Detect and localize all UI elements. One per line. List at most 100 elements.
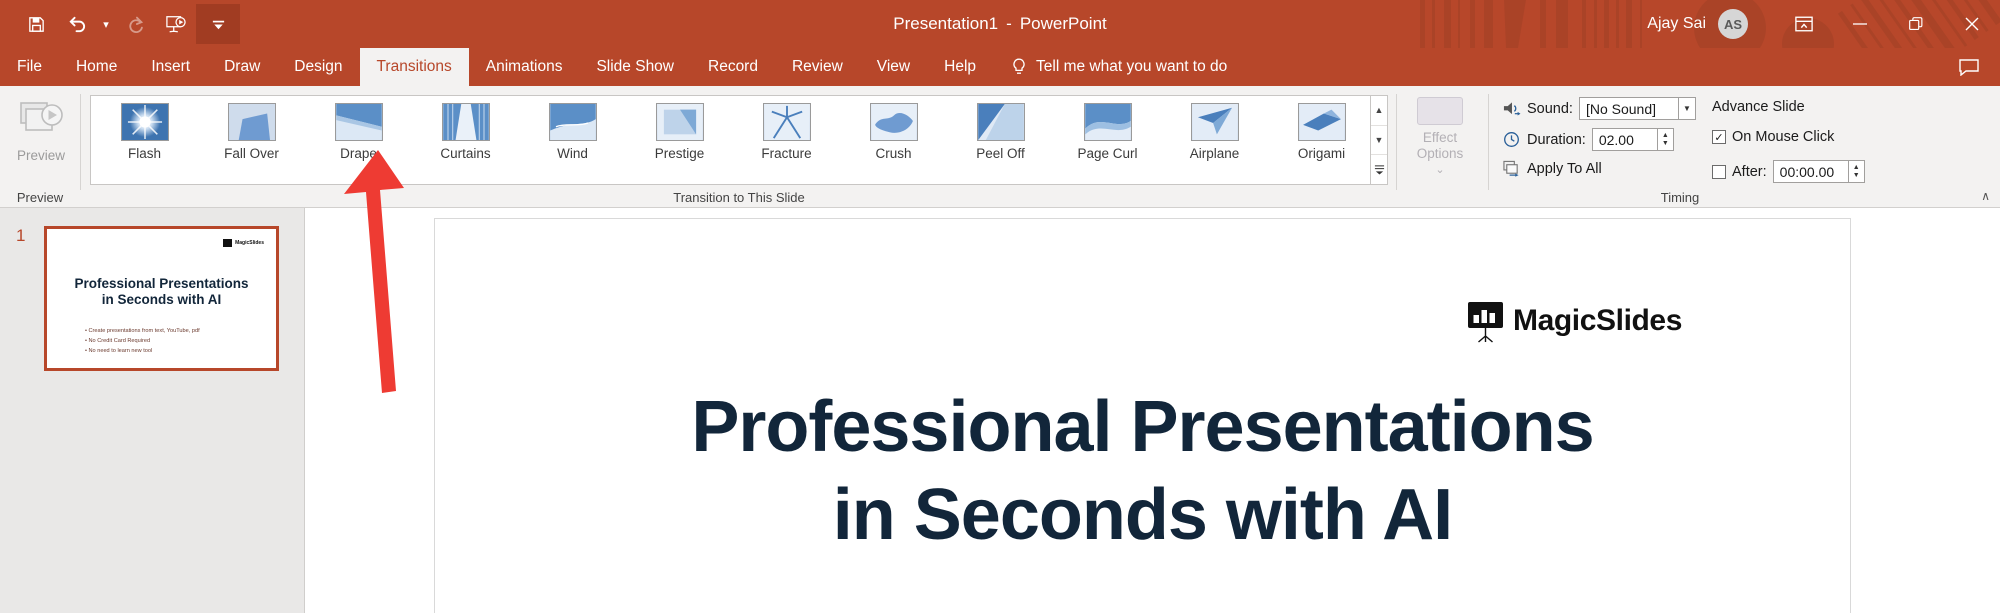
document-title: Presentation1 [893, 14, 999, 33]
duration-spinner[interactable]: ▲ ▼ [1657, 128, 1674, 151]
gallery-scroll-controls[interactable]: ▲ ▼ [1370, 95, 1388, 185]
close-icon[interactable] [1944, 0, 2000, 48]
transition-label-origami: Origami [1297, 146, 1346, 161]
tab-record[interactable]: Record [691, 48, 775, 86]
start-presentation-icon[interactable] [156, 5, 196, 43]
tab-home[interactable]: Home [59, 48, 134, 86]
user-name[interactable]: Ajay Sai [1647, 15, 1706, 33]
gallery-scroll-down-icon[interactable]: ▼ [1371, 126, 1387, 156]
group-divider-1 [80, 94, 81, 190]
slide-editing-surface[interactable]: MagicSlides Professional Presentations i… [434, 218, 1851, 613]
apply-to-all-button[interactable]: Apply To All [1502, 159, 1602, 178]
transition-label-page-curl: Page Curl [1077, 146, 1138, 161]
transition-label-prestige: Prestige [654, 146, 705, 161]
undo-dropdown-icon[interactable]: ▾ [96, 5, 116, 43]
restore-icon[interactable] [1888, 0, 1944, 48]
thumbnail-logo: MagicSlides [223, 239, 264, 247]
tab-design[interactable]: Design [277, 48, 359, 86]
gallery-more-icon[interactable] [1371, 155, 1387, 184]
transition-item-fall-over[interactable]: Fall Over [198, 96, 305, 184]
thumbnail-title-line2: in Seconds with AI [101, 291, 222, 307]
effect-options-icon [1417, 97, 1463, 126]
group-divider-2 [1396, 94, 1397, 190]
after-checkbox[interactable] [1712, 164, 1726, 179]
after-spinner[interactable]: ▲ ▼ [1848, 160, 1865, 183]
after-value[interactable]: 00:00.00 [1772, 160, 1849, 183]
magicslides-logo-text: MagicSlides [1513, 304, 1682, 337]
title-separator: - [1006, 14, 1012, 33]
tab-draw[interactable]: Draw [207, 48, 277, 86]
transition-label-curtains: Curtains [440, 146, 491, 161]
transition-item-airplane[interactable]: Airplane [1161, 96, 1268, 184]
sound-label: Sound: [1527, 100, 1573, 117]
ribbon-display-options-icon[interactable] [1776, 0, 1832, 48]
transition-item-wind[interactable]: Wind [519, 96, 626, 184]
transition-item-fracture[interactable]: Fracture [733, 96, 840, 184]
on-mouse-click-checkbox[interactable]: ✓ [1712, 130, 1726, 144]
thumbnail-title-line1: Professional Presentations [74, 276, 249, 291]
customize-qat-icon[interactable] [196, 4, 240, 44]
tab-review[interactable]: Review [775, 48, 860, 86]
slide-title[interactable]: Professional Presentations in Seconds wi… [435, 384, 1850, 560]
tell-me-search[interactable]: Tell me what you want to do [993, 48, 1227, 86]
ribbon-group-transition-to-this-slide: Flash Fall Over Drape Curtains Wind Pres… [82, 86, 1396, 208]
tab-transitions[interactable]: Transitions [359, 48, 469, 86]
app-name: PowerPoint [1019, 14, 1107, 33]
avatar[interactable]: AS [1718, 9, 1748, 39]
transition-item-crush[interactable]: Crush [840, 96, 947, 184]
drape-transition-icon [334, 103, 383, 141]
group-label-timing: Timing [1660, 190, 1700, 205]
title-bar: ▾ Presentation1 - PowerPoint Ajay Sai AS [0, 0, 2000, 48]
group-label-transition-to-this-slide: Transition to This Slide [673, 190, 805, 205]
preview-button[interactable]: Preview [10, 98, 72, 174]
tell-me-label: Tell me what you want to do [1036, 58, 1228, 75]
prestige-transition-icon [655, 103, 704, 141]
apply-to-all-icon [1502, 159, 1521, 178]
on-mouse-click-row[interactable]: ✓ On Mouse Click [1712, 129, 1834, 145]
sound-dropdown-icon[interactable]: ▼ [1678, 97, 1696, 120]
slide-thumbnail-1[interactable]: MagicSlides Professional Presentations i… [44, 226, 279, 371]
origami-transition-icon [1297, 103, 1346, 141]
effect-options-label-line1: Effect [1422, 130, 1458, 146]
tab-file[interactable]: File [0, 48, 59, 86]
duration-value[interactable]: 02.00 [1591, 128, 1658, 151]
transition-gallery[interactable]: Flash Fall Over Drape Curtains Wind Pres… [90, 95, 1376, 185]
thumbnail-logo-text: MagicSlides [235, 240, 264, 246]
transition-item-flash[interactable]: Flash [91, 96, 198, 184]
work-area: 1 MagicSlides Professional Presentations… [0, 208, 2000, 613]
tab-slide-show[interactable]: Slide Show [579, 48, 691, 86]
tab-help[interactable]: Help [927, 48, 993, 86]
transition-item-page-curl[interactable]: Page Curl [1054, 96, 1161, 184]
thumbnail-bullets: • Create presentations from text, YouTub… [85, 327, 200, 356]
transition-label-fracture: Fracture [761, 146, 812, 161]
comments-icon[interactable] [1952, 52, 1986, 82]
advance-slide-label: Advance Slide [1712, 99, 1805, 115]
tab-animations[interactable]: Animations [469, 48, 580, 86]
slide-thumbnail-panel[interactable]: 1 MagicSlides Professional Presentations… [0, 208, 305, 613]
duration-label: Duration: [1527, 131, 1586, 148]
transition-item-curtains[interactable]: Curtains [412, 96, 519, 184]
collapse-ribbon-icon[interactable]: ∧ [1981, 189, 1990, 203]
transition-item-peel-off[interactable]: Peel Off [947, 96, 1054, 184]
effect-options-button[interactable]: Effect Options ⌄ [1412, 97, 1468, 177]
wind-transition-icon [548, 103, 597, 141]
tab-view[interactable]: View [860, 48, 927, 86]
transition-label-peel-off: Peel Off [976, 146, 1025, 161]
transition-item-prestige[interactable]: Prestige [626, 96, 733, 184]
transition-item-origami[interactable]: Origami [1268, 96, 1375, 184]
sound-value[interactable]: [No Sound] [1578, 97, 1679, 120]
magicslides-logo: MagicSlides [1467, 301, 1682, 343]
effect-options-chevron-down-icon: ⌄ [1435, 164, 1445, 177]
transition-item-drape[interactable]: Drape [305, 96, 412, 184]
save-icon[interactable] [16, 5, 56, 43]
sound-row: Sound: [No Sound] ▼ [1502, 97, 1696, 120]
tab-insert[interactable]: Insert [134, 48, 207, 86]
fall-over-transition-icon [227, 103, 276, 141]
gallery-scroll-up-icon[interactable]: ▲ [1371, 96, 1387, 126]
transition-label-wind: Wind [557, 146, 588, 161]
undo-icon[interactable] [56, 5, 96, 43]
minimize-icon[interactable] [1832, 0, 1888, 48]
curtains-transition-icon [441, 103, 490, 141]
redo-icon[interactable] [116, 5, 156, 43]
group-label-preview: Preview [16, 190, 64, 205]
